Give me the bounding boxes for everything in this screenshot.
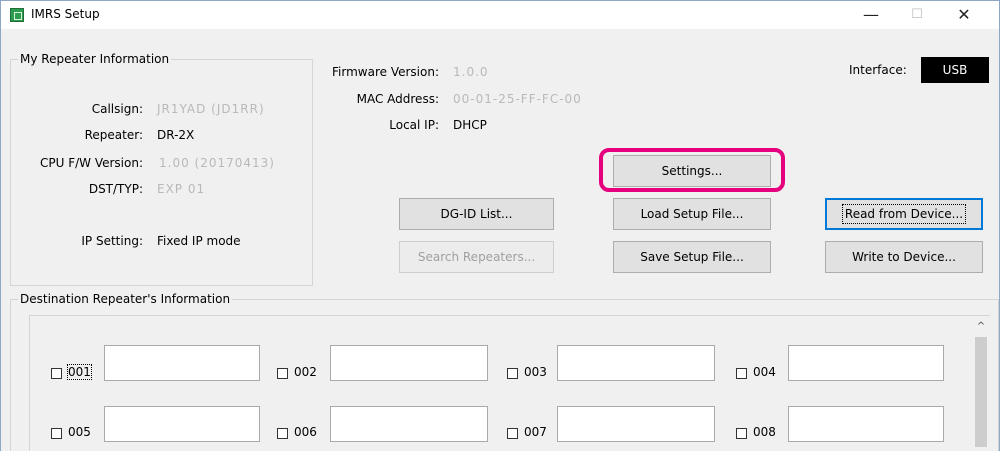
dst-typ-label: DST/TYP:	[88, 182, 143, 196]
read-device-button-label: Read from Device...	[841, 204, 967, 224]
repeater-008-number: 008	[753, 425, 776, 439]
my-repeater-group: My Repeater Information	[10, 52, 313, 286]
load-setup-button-label: Load Setup File...	[640, 207, 744, 221]
read-from-device-button[interactable]: Read from Device...	[825, 198, 983, 230]
repeater-008-field[interactable]	[788, 406, 944, 442]
repeater-001-number: 001	[67, 364, 92, 380]
mac-address-label: MAC Address:	[356, 92, 439, 106]
scroll-up-arrow-icon[interactable]: ^	[973, 319, 989, 335]
mac-address-value: 00-01-25-FF-FC-00	[453, 92, 582, 106]
imrs-setup-window: IMRS Setup — ☐ ✕ My Repeater Information…	[0, 0, 1000, 451]
repeater-003-field[interactable]	[557, 345, 715, 381]
window-title: IMRS Setup	[31, 7, 100, 21]
firmware-version-value: 1.0.0	[453, 65, 489, 79]
repeater-006-field[interactable]	[330, 406, 488, 442]
app-icon	[10, 8, 24, 22]
firmware-version-label: Firmware Version:	[332, 65, 439, 79]
minimize-button[interactable]: —	[848, 1, 894, 29]
interface-label: Interface:	[849, 63, 907, 77]
dgid-list-button-label: DG-ID List...	[440, 207, 513, 221]
cpu-version-value: 1.00 (20170413)	[159, 156, 275, 170]
repeater-002-number: 002	[294, 365, 317, 379]
load-setup-file-button[interactable]: Load Setup File...	[613, 198, 771, 230]
repeater-006-number: 006	[294, 425, 317, 439]
write-to-device-button[interactable]: Write to Device...	[825, 241, 983, 273]
repeater-003-checkbox[interactable]	[507, 368, 518, 379]
repeater-005-field[interactable]	[104, 406, 260, 442]
maximize-button[interactable]: ☐	[894, 1, 940, 29]
repeater-004-checkbox[interactable]	[736, 368, 747, 379]
repeater-004-field[interactable]	[788, 345, 944, 381]
repeater-003-number: 003	[524, 365, 547, 379]
save-setup-button-label: Save Setup File...	[640, 250, 744, 264]
repeater-001-checkbox[interactable]	[51, 368, 62, 379]
repeater-007-checkbox[interactable]	[507, 428, 518, 439]
search-repeaters-button[interactable]: Search Repeaters...	[399, 241, 554, 273]
cpu-version-label: CPU F/W Version:	[39, 156, 143, 170]
repeater-value: DR-2X	[157, 128, 195, 142]
title-bar: IMRS Setup — ☐ ✕	[1, 1, 999, 29]
destination-group-title: Destination Repeater's Information	[18, 292, 233, 306]
settings-highlight-annotation	[599, 148, 785, 192]
repeater-005-checkbox[interactable]	[51, 428, 62, 439]
repeater-006-checkbox[interactable]	[277, 428, 288, 439]
interface-value: USB	[921, 57, 989, 83]
dgid-list-button[interactable]: DG-ID List...	[399, 198, 554, 230]
dst-typ-value: EXP 01	[157, 182, 206, 196]
repeater-001-field[interactable]	[104, 345, 260, 381]
ip-setting-label: IP Setting:	[81, 234, 143, 248]
repeater-004-number: 004	[753, 365, 776, 379]
repeater-002-field[interactable]	[330, 345, 488, 381]
search-repeaters-button-label: Search Repeaters...	[417, 250, 536, 264]
write-device-button-label: Write to Device...	[852, 250, 956, 264]
my-repeater-group-title: My Repeater Information	[18, 52, 172, 66]
repeater-007-field[interactable]	[557, 406, 715, 442]
scrollbar-thumb[interactable]	[975, 337, 987, 447]
repeater-007-number: 007	[524, 425, 547, 439]
repeater-label: Repeater:	[84, 128, 143, 142]
repeater-008-checkbox[interactable]	[736, 428, 747, 439]
repeater-005-number: 005	[68, 425, 91, 439]
close-button[interactable]: ✕	[941, 1, 987, 29]
callsign-label: Callsign:	[91, 102, 143, 116]
save-setup-file-button[interactable]: Save Setup File...	[613, 241, 771, 273]
callsign-value: JR1YAD (JD1RR)	[157, 102, 265, 116]
local-ip-value: DHCP	[453, 118, 487, 132]
local-ip-label: Local IP:	[389, 118, 439, 132]
vertical-scrollbar[interactable]: ^	[973, 319, 989, 451]
repeater-002-checkbox[interactable]	[277, 368, 288, 379]
ip-setting-value: Fixed IP mode	[157, 234, 241, 248]
